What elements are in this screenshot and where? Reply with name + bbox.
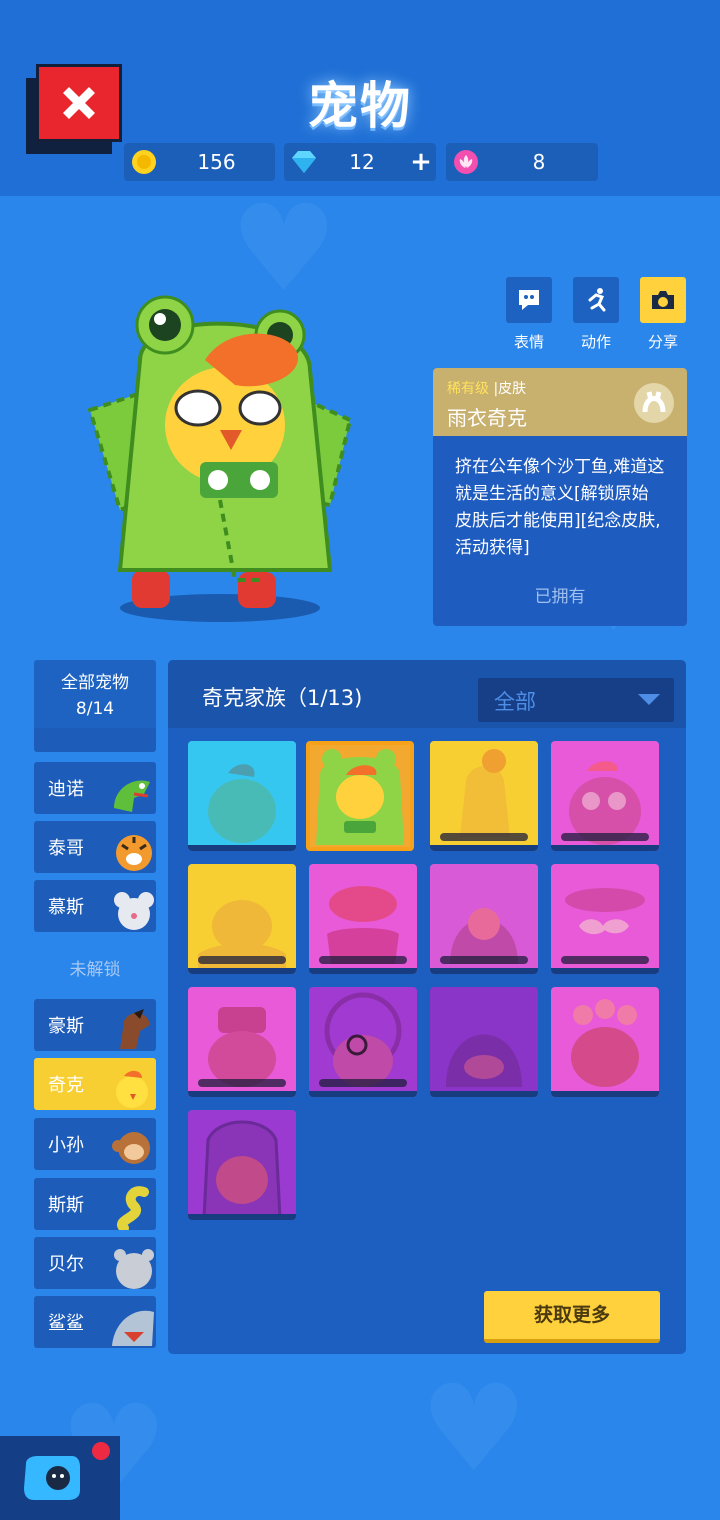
skin-tile[interactable] (551, 987, 659, 1097)
pet-character-raincoat-chick[interactable] (60, 290, 380, 625)
monkey-pet-icon (112, 1132, 150, 1164)
skin-tile-selected[interactable] (306, 741, 414, 851)
skin-tile[interactable] (551, 864, 659, 974)
sidebar-item-label: 泰哥 (48, 838, 84, 859)
family-title: 奇克家族（1/13) (202, 686, 363, 710)
sidebar-item-monkey[interactable]: 小孙 (34, 1118, 156, 1170)
skin-tile[interactable] (188, 1110, 296, 1220)
filter-value: 全部 (494, 690, 536, 714)
diamond-icon (290, 148, 318, 176)
skin-tile[interactable] (430, 987, 538, 1097)
skin-rarity: 稀有级 (447, 381, 489, 397)
sidebar-item-snake[interactable]: 斯斯 (34, 1178, 156, 1230)
sidebar-item-label: 小孙 (48, 1135, 84, 1156)
share-button[interactable]: 分享 (639, 277, 687, 352)
camera-icon (652, 291, 674, 309)
running-figure-icon (588, 288, 606, 312)
all-pets-count: 8/14 (75, 699, 115, 719)
notification-dot (90, 1440, 112, 1462)
sidebar-item-horse[interactable]: 豪斯 (34, 999, 156, 1051)
coin-icon (130, 148, 158, 176)
sidebar-item-shark[interactable]: 鲨鲨 (34, 1296, 156, 1348)
close-icon (63, 87, 95, 119)
skin-description: 挤在公车像个沙丁鱼,难道这就是生活的意义[解锁原始皮肤后才能使用][纪念皮肤,活… (455, 457, 665, 558)
all-pets-header[interactable]: 全部宠物 8/14 (34, 660, 156, 728)
get-more-button[interactable]: 获取更多 (484, 1291, 660, 1343)
motion-label: 动作 (580, 333, 611, 351)
owned-status: 已拥有 (534, 587, 586, 607)
chick-pet-icon (116, 1070, 148, 1108)
sidebar-item-dino[interactable]: 迪诺 (34, 762, 156, 814)
sidebar-item-label: 贝尔 (48, 1254, 84, 1275)
motion-button[interactable]: 动作 (572, 277, 620, 352)
snake-pet-icon (116, 1186, 149, 1230)
coin-counter: 156 (124, 143, 275, 181)
skin-tile[interactable] (309, 987, 417, 1097)
sidebar-item-label: 鲨鲨 (48, 1313, 84, 1334)
pet-silhouette-icon (634, 383, 674, 423)
skin-tile[interactable] (188, 741, 296, 851)
sidebar-item-bear[interactable]: 贝尔 (34, 1237, 156, 1289)
dinosaur-pet-icon (114, 780, 150, 812)
skin-tile[interactable] (309, 864, 417, 974)
locked-section-label: 未解锁 (69, 960, 121, 980)
sidebar-item-partial[interactable] (34, 726, 156, 752)
sidebar-item-mouse[interactable]: 慕斯 (34, 880, 156, 932)
share-label: 分享 (647, 333, 678, 351)
sidebar-item-label: 慕斯 (48, 897, 84, 918)
token-counter: 8 (446, 143, 598, 181)
skin-tile[interactable] (551, 741, 659, 851)
emote-icon (519, 290, 539, 310)
skin-type: 皮肤 (498, 381, 527, 397)
add-diamond-button[interactable]: + (406, 147, 436, 177)
chat-bubble-icon (24, 1456, 80, 1500)
chevron-down-icon (638, 694, 660, 705)
coin-value: 156 (197, 150, 236, 174)
diamond-value: 12 (349, 150, 375, 174)
emote-button[interactable]: 表情 (505, 277, 553, 352)
sidebar-item-chick[interactable]: 奇克 (34, 1058, 156, 1110)
shark-pet-icon (112, 1310, 154, 1346)
skin-tile[interactable] (430, 864, 538, 974)
sidebar-item-tiger[interactable]: 泰哥 (34, 821, 156, 873)
filter-dropdown[interactable]: 全部 (478, 678, 674, 722)
emote-label: 表情 (513, 333, 544, 351)
token-value: 8 (532, 150, 546, 174)
tiger-pet-icon (116, 835, 152, 871)
close-button[interactable] (26, 64, 122, 154)
skin-tile[interactable] (188, 987, 296, 1097)
mouse-pet-icon (114, 892, 154, 930)
skin-info-card: 稀有级 |皮肤 雨衣奇克 挤在公车像个沙丁鱼,难道这就是生活的意义[解锁原始皮肤… (433, 368, 687, 626)
diamond-counter: 12 + (284, 143, 436, 181)
horse-pet-icon (120, 1009, 150, 1049)
sidebar-item-label: 豪斯 (48, 1016, 84, 1037)
sidebar-item-label: 迪诺 (48, 779, 84, 800)
sidebar-item-label: 斯斯 (48, 1195, 84, 1216)
skin-tile[interactable] (188, 864, 296, 974)
sidebar-item-label: 奇克 (48, 1075, 84, 1096)
flower-token-icon (452, 148, 480, 176)
page-title: 宠物 (308, 77, 412, 135)
bear-pet-icon (114, 1249, 154, 1289)
all-pets-label: 全部宠物 (61, 673, 129, 693)
skin-tile[interactable] (430, 741, 538, 851)
